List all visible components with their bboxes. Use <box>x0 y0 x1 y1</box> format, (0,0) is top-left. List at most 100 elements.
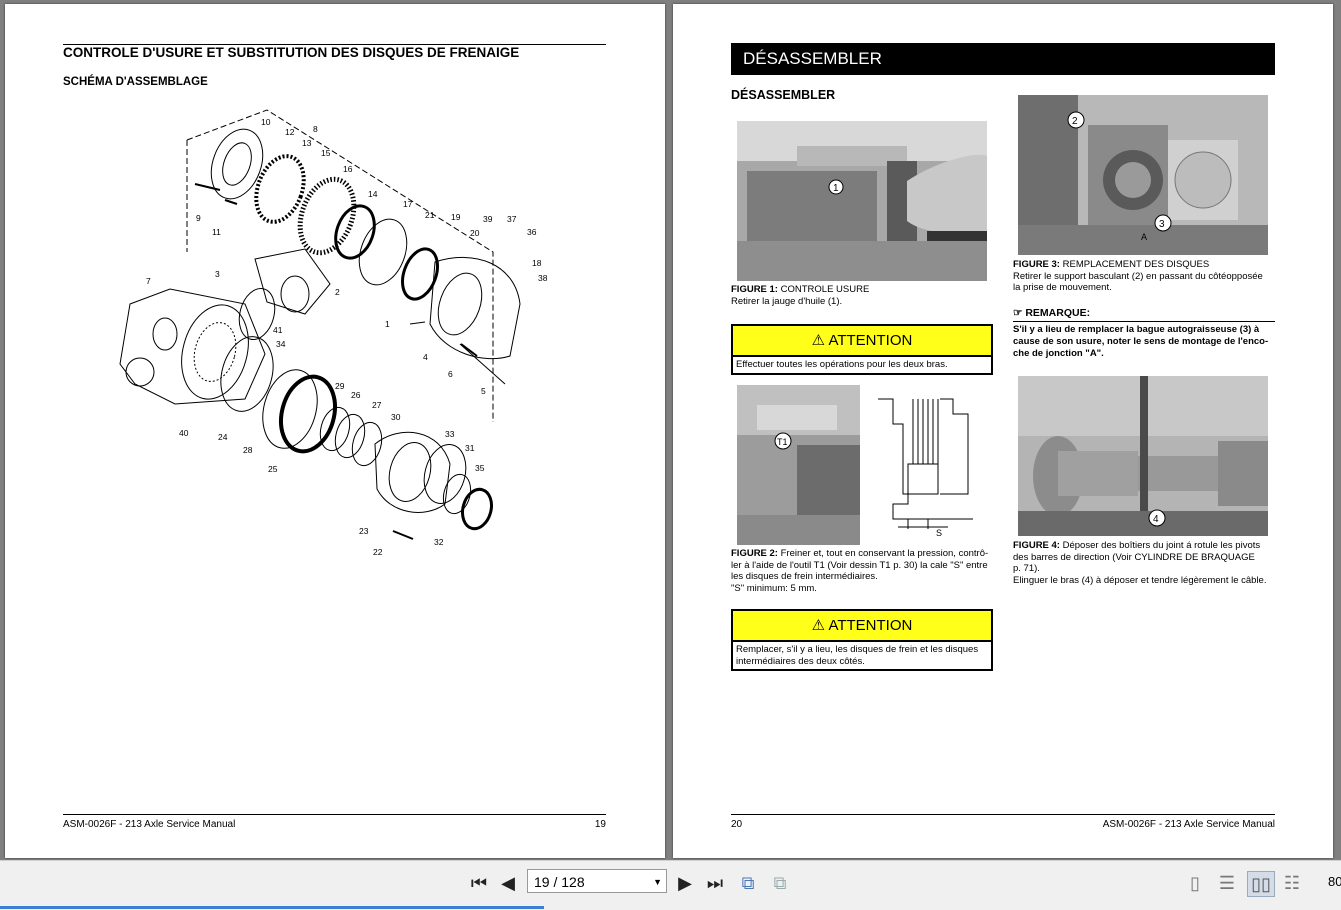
figure-1-title: CONTROLE USURE <box>780 284 870 295</box>
page-footer: 20 ASM-0026F - 213 Axle Service Manual <box>731 814 1275 830</box>
figure-2-callout: S <box>936 528 942 538</box>
figure-2-section-drawing: S <box>878 398 973 538</box>
figure-3-text: Retirer le support basculant (2) en pass… <box>1013 270 1263 282</box>
figure-1-photo: 1 <box>737 121 987 281</box>
figure-2-caption: FIGURE 2: Freiner et, tout en conservant… <box>731 548 999 594</box>
single-page-icon[interactable]: ▯ <box>1184 871 1206 895</box>
figure-2-label: FIGURE 2: <box>731 548 778 559</box>
note-text: S'il y a lieu de remplacer la bague auto… <box>1013 324 1260 335</box>
prev-page-icon[interactable]: ◀ <box>498 871 518 895</box>
first-page-icon[interactable]: ⏮ <box>468 871 490 895</box>
diagram-label: 6 <box>448 369 453 379</box>
figure-3-callout: 3 <box>1159 219 1165 230</box>
figure-4-text: p. 71). <box>1013 563 1040 574</box>
figure-2-text: "S" minimum: 5 mm. <box>731 582 817 594</box>
attention-text: Remplacer, s'il y a lieu, les disques de… <box>733 642 991 669</box>
diagram-label: 10 <box>261 117 271 127</box>
diagram-label: 28 <box>243 445 253 455</box>
diagram-label: 20 <box>470 228 480 238</box>
attention-header: ⚠ ATTENTION <box>733 611 991 642</box>
figure-3-label: FIGURE 3: <box>1013 259 1060 270</box>
figure-2-text: Freiner et, tout en conservant la pressi… <box>780 548 989 559</box>
diagram-label: 32 <box>434 537 444 547</box>
two-page-icon[interactable]: ▯▯ <box>1247 871 1275 897</box>
diagram-label: 2 <box>335 287 340 297</box>
figure-3-title: REMPLACEMENT DES DISQUES <box>1062 259 1210 270</box>
footer-page-number: 19 <box>594 819 606 830</box>
figure-3-caption: FIGURE 3: REMPLACEMENT DES DISQUES Retir… <box>1013 259 1278 294</box>
note-text: che de jonction "A". <box>1013 348 1104 359</box>
fit-width-icon[interactable]: ⧉ <box>768 871 792 895</box>
note-body: S'il y a lieu de remplacer la bague auto… <box>1013 321 1275 360</box>
attention-header: ⚠ ATTENTION <box>733 326 991 357</box>
diagram-label: 30 <box>391 412 401 422</box>
diagram-label: 15 <box>321 148 331 158</box>
diagram-label: 9 <box>196 213 201 223</box>
figure-3-callout: A <box>1141 232 1147 242</box>
warning-triangle-icon: ⚠ <box>811 617 826 634</box>
attention-box-1: ⚠ ATTENTION Effectuer toutes les opérati… <box>731 324 993 375</box>
attention-title: ATTENTION <box>828 332 913 349</box>
figure-3-callout: 2 <box>1072 116 1078 127</box>
chevron-down-icon[interactable]: ▼ <box>653 870 662 894</box>
diagram-label: 7 <box>146 276 151 286</box>
page-20: DÉSASSEMBLER DÉSASSEMBLER 1 FIGURE 1: CO… <box>673 4 1333 858</box>
attention-text-line: intermédiaires des deux côtés. <box>736 655 865 667</box>
diagram-label: 22 <box>373 547 383 557</box>
page-19: CONTROLE D'USURE ET SUBSTITUTION DES DIS… <box>5 4 665 858</box>
page-number-select[interactable]: 19 / 128 ▼ <box>527 869 667 893</box>
diagram-label: 33 <box>445 429 455 439</box>
last-page-icon[interactable]: ⏭ <box>704 871 726 895</box>
figure-4-text: Elinguer le bras (4) à déposer et tendre… <box>1013 574 1267 586</box>
diagram-label: 18 <box>532 258 542 268</box>
two-page-continuous-icon[interactable]: ☷ <box>1280 871 1304 895</box>
note-text: cause de son usure, noter le sens de mon… <box>1013 336 1269 347</box>
diagram-label: 29 <box>335 381 345 391</box>
footer-manual-title: ASM-0026F - 213 Axle Service Manual <box>1102 819 1275 830</box>
figure-2-text: ler à l'aide de l'outil T1 (Voir dessin … <box>731 559 988 571</box>
figure-1-label: FIGURE 1: <box>731 284 778 295</box>
diagram-label: 14 <box>368 189 378 199</box>
figure-1-caption: FIGURE 1: CONTROLE USURE Retirer la jaug… <box>731 284 993 307</box>
diagram-label: 5 <box>481 386 486 396</box>
figure-4-caption: FIGURE 4: Déposer des boîtiers du joint … <box>1013 540 1278 586</box>
diagram-label: 24 <box>218 432 228 442</box>
diagram-label: 23 <box>359 526 369 536</box>
attention-text-line: Remplacer, s'il y a lieu, les disques de… <box>736 644 979 655</box>
section-banner: DÉSASSEMBLER <box>731 43 1275 75</box>
next-page-icon[interactable]: ▶ <box>675 871 695 895</box>
diagram-label: 11 <box>212 227 221 237</box>
figure-3-text: la prise de mouvement. <box>1013 282 1112 293</box>
figure-4-label: FIGURE 4: <box>1013 540 1060 551</box>
page-number-value: 19 / 128 <box>534 874 585 890</box>
footer-manual-title: ASM-0026F - 213 Axle Service Manual <box>63 819 236 830</box>
note-header: ☞ REMARQUE: <box>1013 307 1090 319</box>
note-hand-icon: ☞ <box>1013 307 1023 319</box>
diagram-label: 31 <box>465 443 475 453</box>
diagram-label: 27 <box>372 400 382 410</box>
diagram-label: 36 <box>527 227 537 237</box>
diagram-label: 38 <box>538 273 548 283</box>
document-viewport[interactable]: CONTROLE D'USURE ET SUBSTITUTION DES DIS… <box>0 0 1341 860</box>
continuous-icon[interactable]: ☰ <box>1216 871 1238 895</box>
page-footer: ASM-0026F - 213 Axle Service Manual 19 <box>63 814 606 830</box>
figure-2-callout: T1 <box>777 437 788 447</box>
attention-title: ATTENTION <box>828 617 913 634</box>
figure-1-callout: 1 <box>833 183 839 194</box>
attention-box-2: ⚠ ATTENTION Remplacer, s'il y a lieu, le… <box>731 609 993 671</box>
warning-triangle-icon: ⚠ <box>811 332 826 349</box>
fit-page-icon[interactable]: ⧉ <box>736 871 760 895</box>
diagram-label: 16 <box>343 164 353 174</box>
diagram-label: 12 <box>285 127 295 137</box>
diagram-label: 39 <box>483 214 493 224</box>
diagram-label: 21 <box>425 210 435 220</box>
zoom-level[interactable]: 80 <box>1328 874 1341 889</box>
diagram-label: 41 <box>273 325 283 335</box>
figure-4-callout: 4 <box>1153 514 1159 525</box>
navigation-toolbar: ⏮ ◀ ▶ ⏭ ⧉ ⧉ ▯ ☰ ▯▯ ☷ <box>0 860 1341 910</box>
diagram-label: 19 <box>451 212 461 222</box>
diagram-label: 25 <box>268 464 278 474</box>
diagram-label: 3 <box>215 269 220 279</box>
figure-2-photo: T1 <box>737 385 860 545</box>
figure-3-photo: 2 3 A <box>1018 95 1268 255</box>
